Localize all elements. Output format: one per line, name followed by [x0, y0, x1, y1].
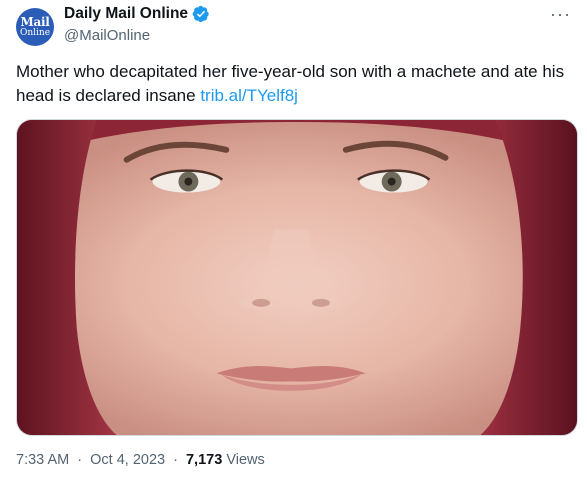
tweet-image[interactable]: [16, 119, 578, 436]
author-name-row: Daily Mail Online: [64, 5, 210, 23]
display-name[interactable]: Daily Mail Online: [64, 5, 188, 23]
avatar-logo-line1: Mail: [20, 15, 50, 29]
verified-badge-icon: [192, 5, 209, 23]
account-handle[interactable]: @MailOnline: [64, 27, 150, 44]
photo-of-woman-face: [17, 120, 577, 435]
tweet-link[interactable]: trib.al/TYelf8j: [200, 86, 298, 105]
more-options-icon[interactable]: ···: [550, 4, 571, 25]
views-count: 7,173: [185, 452, 223, 468]
avatar[interactable]: Mail Online: [16, 8, 54, 46]
meta-separator: ·: [173, 452, 178, 468]
tweet-time[interactable]: 7:33 AM: [16, 452, 69, 468]
tweet-text: Mother who decapitated her five-year-old…: [16, 60, 571, 108]
avatar-logo-line2: Online: [19, 28, 51, 38]
tweet-card: Mail Online Daily Mail Online @MailOnlin…: [0, 0, 587, 484]
views-label: Views: [226, 452, 265, 468]
tweet-date[interactable]: Oct 4, 2023: [90, 452, 165, 468]
tweet-meta: 7:33 AM · Oct 4, 2023 · 7,173 Views: [16, 452, 265, 468]
meta-separator: ·: [77, 452, 83, 468]
